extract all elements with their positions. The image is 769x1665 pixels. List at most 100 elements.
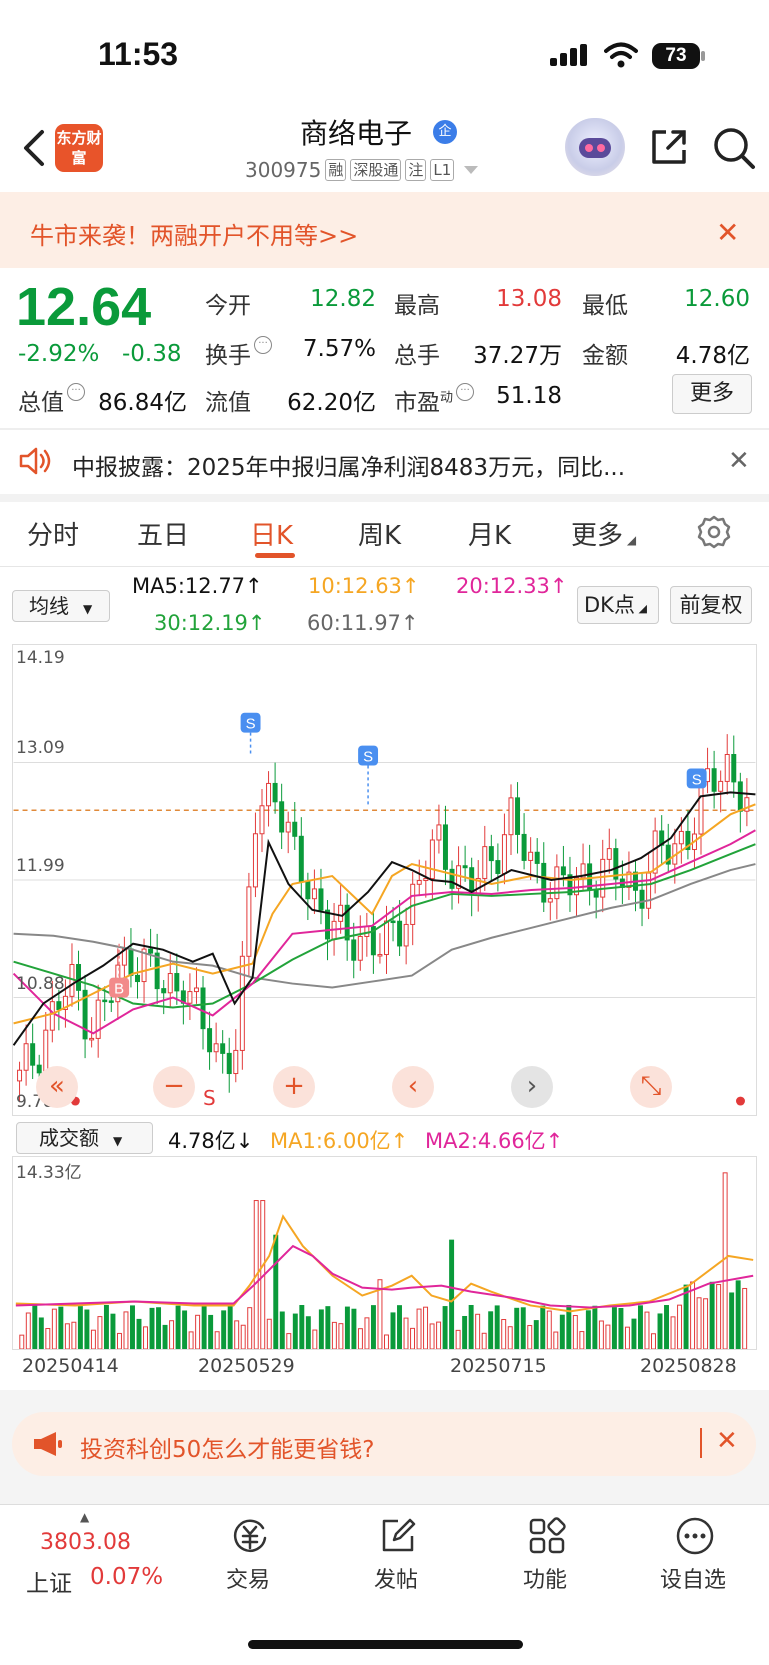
volume-bar — [540, 1305, 546, 1349]
index-name[interactable]: 上证 — [26, 1564, 72, 1598]
trade-icon[interactable] — [230, 1516, 270, 1556]
candle — [423, 878, 429, 882]
tab-intraday[interactable]: 分时 — [27, 515, 79, 552]
volume-bar — [488, 1311, 494, 1349]
volume-bar — [175, 1305, 181, 1349]
candle — [495, 860, 501, 874]
zoom-out-button[interactable]: − — [153, 1066, 195, 1108]
gear-icon[interactable] — [697, 515, 731, 549]
watchlist-icon[interactable] — [675, 1516, 715, 1556]
more-button[interactable]: 更多 — [672, 374, 752, 414]
promo-close-icon[interactable]: ✕ — [716, 1426, 738, 1456]
post-icon[interactable] — [378, 1516, 418, 1556]
amount-value: 4.78亿 — [675, 343, 750, 369]
candle — [436, 824, 442, 841]
volume-bar — [410, 1327, 416, 1349]
tab-functions-label[interactable]: 功能 — [523, 1562, 567, 1594]
rewind-button[interactable]: « — [36, 1066, 78, 1108]
volume-bar — [585, 1310, 591, 1349]
candle — [652, 830, 658, 874]
tab-watchlist-label[interactable]: 设自选 — [660, 1562, 726, 1594]
tab-five-day[interactable]: 五日 — [137, 515, 189, 552]
banner-close-icon[interactable]: ✕ — [716, 216, 739, 249]
volume-bar — [162, 1324, 168, 1349]
tab-trade-label[interactable]: 交易 — [226, 1562, 270, 1594]
candle — [639, 889, 645, 909]
volume-bar — [32, 1305, 38, 1349]
volume-bar — [227, 1305, 233, 1349]
share-icon[interactable] — [648, 126, 690, 168]
index-percent[interactable]: 0.07% — [90, 1564, 163, 1590]
candle — [325, 909, 331, 940]
volume-bar — [77, 1306, 83, 1349]
volume-indicator-select[interactable]: 成交额 ▼ — [16, 1122, 153, 1154]
pe-label[interactable]: 市盈动 ··· — [394, 383, 475, 417]
candle — [220, 1043, 226, 1054]
volume-bars-group — [19, 1172, 748, 1349]
stock-code-row[interactable]: 300975 融 深股通 注 L1 — [245, 158, 480, 182]
sell-marker-text: S — [246, 716, 256, 733]
volume-bar — [25, 1312, 31, 1349]
mktcap-label[interactable]: 总值 ··· — [18, 383, 85, 417]
volume-y-max: 14.33亿 — [16, 1163, 82, 1183]
volume-bar — [696, 1297, 702, 1349]
current-price: 12.64 — [16, 277, 152, 337]
tab-more[interactable]: 更多 ◢ — [571, 515, 636, 552]
stock-code: 300975 — [245, 158, 322, 182]
candle — [187, 991, 193, 1004]
candle — [167, 973, 173, 994]
candlestick-chart[interactable]: S S S B — [12, 644, 757, 1116]
date-label: 20250828 — [640, 1355, 737, 1377]
volume-bar — [657, 1313, 663, 1349]
adjust-button[interactable]: 前复权 — [670, 586, 752, 624]
tab-weekly-k[interactable]: 周K — [358, 515, 401, 552]
candle — [200, 987, 206, 1030]
volume-bar — [390, 1312, 396, 1349]
indicator-select[interactable]: 均线 ▼ — [12, 590, 110, 622]
speaker-icon — [19, 447, 51, 475]
candle — [95, 999, 101, 1039]
volume-bar — [364, 1317, 370, 1349]
y-axis-label: 13.09 — [16, 738, 65, 758]
ai-assistant-avatar[interactable] — [565, 118, 625, 176]
candle — [30, 1043, 36, 1066]
turnover-label[interactable]: 换手 ··· — [205, 336, 272, 370]
tab-post-label[interactable]: 发帖 — [374, 1562, 418, 1594]
tag-stock-connect: 深股通 — [350, 159, 402, 181]
next-button[interactable]: › — [511, 1066, 553, 1108]
volume-bar — [305, 1316, 311, 1349]
volume-bar — [214, 1331, 220, 1349]
promo-banner-text[interactable]: 牛市来袭！两融开户不用等>> — [30, 216, 358, 251]
promo-text[interactable]: 投资科创50怎么才能更省钱? — [80, 1430, 374, 1464]
volume-bar — [631, 1318, 637, 1349]
volume-bar — [136, 1318, 142, 1349]
volume-bar — [403, 1317, 409, 1349]
index-value[interactable]: 3803.08 — [40, 1530, 131, 1555]
candle — [541, 862, 547, 903]
back-button[interactable] — [16, 126, 50, 170]
volume-bar — [195, 1314, 201, 1349]
candle — [207, 1028, 213, 1053]
low-label: 最低 — [582, 293, 628, 319]
dk-point-button[interactable]: DK点 ◢ — [577, 586, 659, 624]
cellular-signal-icon — [550, 44, 587, 66]
volume-bar — [664, 1305, 669, 1349]
news-headline[interactable]: 中报披露：2025年中报归属净利润8483万元，同比... — [72, 448, 692, 482]
prev-button[interactable]: ‹ — [392, 1066, 434, 1108]
ma10-value: 10:12.63↑ — [308, 574, 420, 598]
app-logo[interactable]: 东方财富 — [55, 124, 103, 172]
volume-bar — [507, 1326, 513, 1349]
volume-bar — [605, 1324, 611, 1349]
candle — [416, 880, 422, 885]
tab-daily-k[interactable]: 日K — [250, 515, 293, 552]
search-icon[interactable] — [712, 126, 756, 170]
news-close-icon[interactable]: ✕ — [728, 446, 750, 476]
divider — [0, 428, 769, 430]
info-icon: ··· — [67, 383, 85, 401]
volume-bar — [38, 1317, 44, 1349]
tab-monthly-k[interactable]: 月K — [468, 515, 511, 552]
zoom-in-button[interactable]: + — [273, 1066, 315, 1108]
s-marker-label: S — [203, 1086, 216, 1110]
fullscreen-button[interactable]: ⤡ — [630, 1066, 672, 1108]
functions-icon[interactable] — [527, 1516, 567, 1556]
